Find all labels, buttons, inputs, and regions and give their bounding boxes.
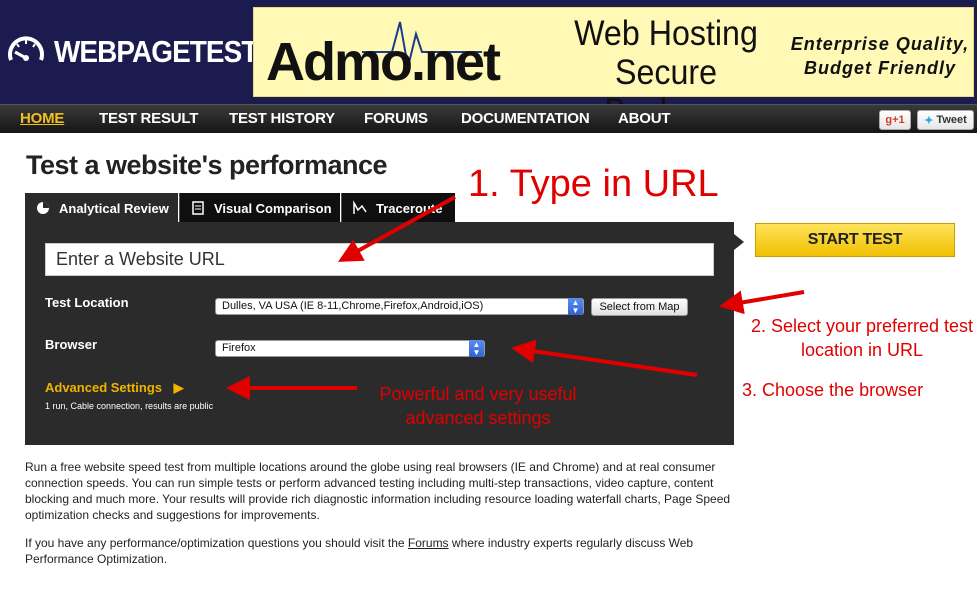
url-input[interactable] (45, 243, 714, 276)
browser-value: Firefox (222, 342, 256, 354)
twitter-bird-icon: ✦ (924, 114, 934, 127)
annotation-step-1: 1. Type in URL (468, 163, 719, 205)
ad-brand: Admo.net (266, 32, 501, 92)
annotation-step-2: 2. Select your preferred test location i… (750, 316, 974, 360)
browser-label: Browser (45, 337, 98, 352)
advanced-settings-toggle[interactable]: Advanced Settings ▶ (45, 380, 184, 396)
test-location-value: Dulles, VA USA (IE 8-11,Chrome,Firefox,A… (222, 300, 484, 312)
site-header: WEBPAGETEST Admo.net Web Hosting Secure … (0, 0, 977, 131)
panel-pointer (734, 234, 744, 250)
tab-label: Analytical Review (59, 200, 169, 216)
forums-paragraph: If you have any performance/optimization… (25, 535, 725, 567)
intro-paragraph: Run a free website speed test from multi… (25, 460, 731, 522)
nav-about[interactable]: ABOUT (618, 110, 671, 127)
chevron-up-down-icon: ▲ ▼ (568, 298, 583, 315)
nav-home[interactable]: HOME (20, 110, 64, 127)
nav-documentation[interactable]: DOCUMENTATION (461, 110, 590, 127)
gplus-label: g (885, 114, 893, 126)
select-from-map-button[interactable]: Select from Map (591, 298, 688, 316)
test-location-label: Test Location (45, 295, 129, 310)
nav-test-result[interactable]: TEST RESULT (99, 110, 198, 127)
speedometer-icon (8, 36, 44, 61)
document-icon (192, 201, 204, 215)
ad-tagline: Enterprise Quality, Budget Friendly (790, 32, 970, 80)
nav-forums[interactable]: FORUMS (364, 110, 428, 127)
tweet-label: Tweet (936, 114, 967, 126)
tab-visual-comparison[interactable]: Visual Comparison (179, 193, 340, 223)
google-plus-button[interactable]: g +1 (879, 110, 911, 130)
logo-text: WEBPAGETEST (54, 34, 258, 69)
chevron-up-down-icon: ▲ ▼ (469, 340, 484, 357)
ad-banner[interactable]: Admo.net Web Hosting Secure Backups Ente… (253, 7, 974, 131)
tab-traceroute[interactable]: Traceroute (341, 193, 455, 223)
site-logo[interactable]: WEBPAGETEST (6, 32, 280, 72)
annotation-advanced-note: Powerful and very useful advanced settin… (379, 384, 577, 428)
pie-chart-icon (37, 202, 49, 214)
test-location-select[interactable]: Dulles, VA USA (IE 8-11,Chrome,Firefox,A… (215, 298, 584, 315)
page-title: Test a website's performance (26, 150, 388, 180)
forums-text-before: If you have any performance/optimization… (25, 536, 408, 550)
tab-label: Visual Comparison (214, 200, 332, 216)
advanced-settings-label: Advanced Settings (45, 380, 163, 395)
tab-label: Traceroute (376, 200, 443, 216)
triangle-right-icon: ▶ (173, 380, 184, 395)
main-nav: HOME TEST RESULT TEST HISTORY FORUMS DOC… (0, 104, 977, 133)
tweet-button[interactable]: ✦ Tweet (917, 110, 974, 130)
annotation-step-3: 3. Choose the browser (742, 380, 924, 400)
gplus-count: +1 (892, 114, 905, 126)
advanced-settings-summary: 1 run, Cable connection, results are pub… (45, 401, 214, 411)
traceroute-icon (353, 200, 367, 214)
nav-test-history[interactable]: TEST HISTORY (229, 110, 335, 127)
ad-tag-2: Budget Friendly (803, 58, 956, 78)
ad-line-1: Web Hosting (574, 14, 758, 53)
arrow-to-map-button (719, 290, 805, 315)
ad-tag-1: Enterprise Quality, (790, 34, 970, 54)
tab-analytical-review[interactable]: Analytical Review (25, 193, 178, 223)
forums-link[interactable]: Forums (408, 536, 449, 550)
start-test-button[interactable]: START TEST (755, 223, 955, 257)
page: WEBPAGETEST Admo.net Web Hosting Secure … (0, 0, 977, 597)
browser-select[interactable]: Firefox ▲ ▼ (215, 340, 485, 357)
